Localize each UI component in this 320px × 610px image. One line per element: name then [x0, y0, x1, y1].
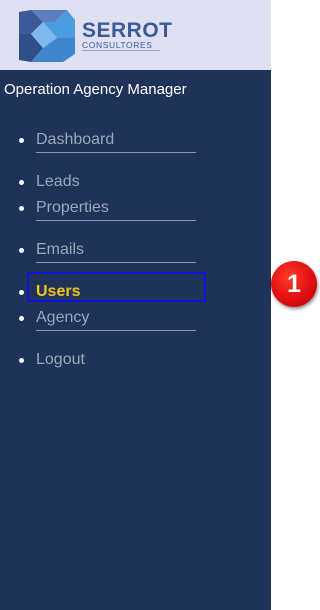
nav-item-agency: Agency: [0, 306, 271, 331]
divider: [36, 152, 196, 153]
serrot-cube-logo-icon: [19, 10, 75, 62]
brand-name: SERROT: [82, 19, 173, 42]
nav-link-agency[interactable]: Agency: [36, 306, 89, 330]
nav-item-dashboard: Dashboard: [0, 128, 271, 153]
step-number-badge: 1: [271, 261, 317, 307]
bullet-icon: [19, 358, 24, 363]
bullet-icon: [19, 290, 24, 295]
bullet-icon: [19, 206, 24, 211]
app-title: Operation Agency Manager: [4, 81, 187, 98]
divider: [36, 330, 196, 331]
brand-divider: [82, 50, 160, 51]
nav-item-emails: Emails: [0, 238, 271, 263]
nav-item-properties: Properties: [0, 196, 271, 221]
divider: [36, 262, 196, 263]
bullet-icon: [19, 248, 24, 253]
sidebar: SERROT CONSULTORES Operation Agency Mana…: [0, 0, 271, 610]
highlight-box: [27, 272, 206, 302]
nav-link-logout[interactable]: Logout: [36, 348, 85, 372]
logo-area[interactable]: SERROT CONSULTORES: [0, 0, 271, 70]
nav-link-emails[interactable]: Emails: [36, 238, 84, 262]
bullet-icon: [19, 180, 24, 185]
divider: [36, 220, 196, 221]
page: SERROT CONSULTORES Operation Agency Mana…: [0, 0, 318, 610]
bullet-icon: [19, 138, 24, 143]
nav-item-leads: Leads: [0, 170, 271, 194]
brand-subtitle: CONSULTORES: [82, 40, 153, 50]
nav-link-dashboard[interactable]: Dashboard: [36, 128, 114, 152]
nav-item-logout: Logout: [0, 348, 271, 372]
nav-link-properties[interactable]: Properties: [36, 196, 109, 220]
bullet-icon: [19, 316, 24, 321]
nav-link-leads[interactable]: Leads: [36, 170, 80, 194]
